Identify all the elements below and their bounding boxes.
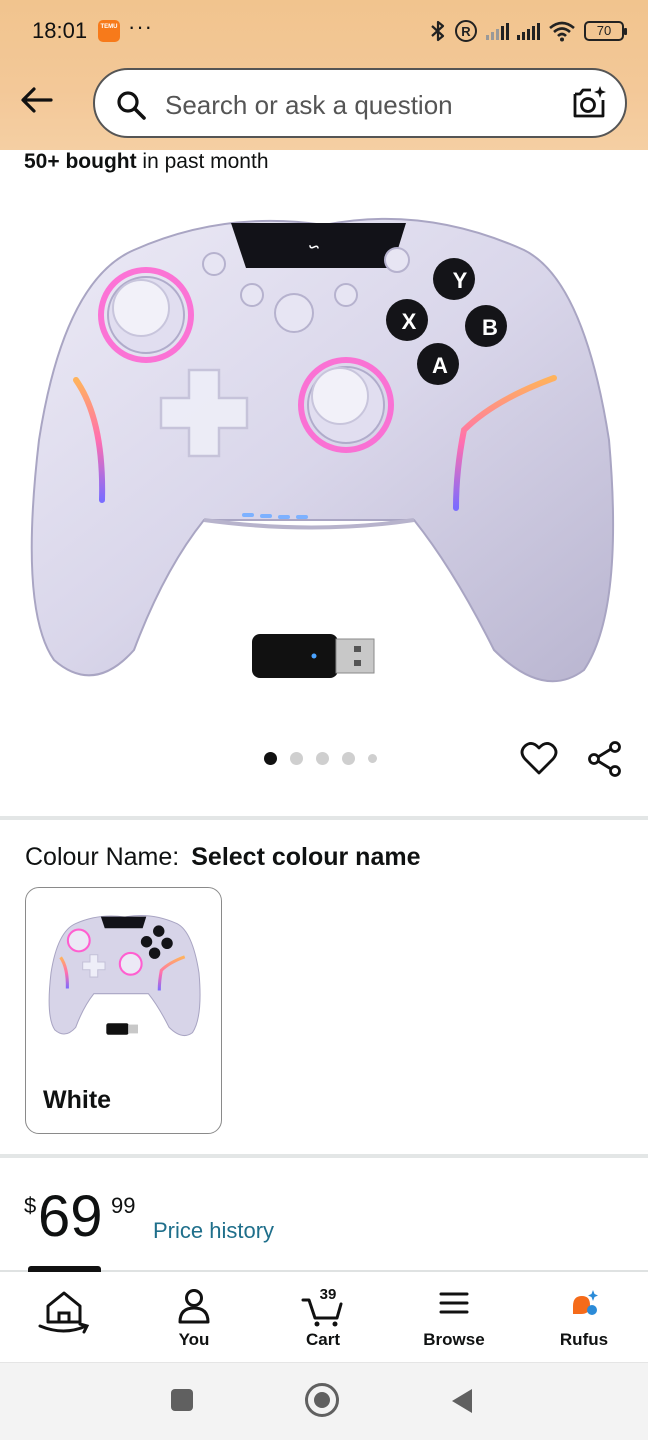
cart-icon — [301, 1298, 343, 1327]
nav-you[interactable]: You — [139, 1272, 249, 1362]
search-icon — [117, 91, 146, 120]
price-fraction: 99 — [111, 1193, 136, 1218]
colour-thumbnail-image — [48, 915, 201, 1037]
price-history-link[interactable]: Price history — [153, 1218, 274, 1244]
svg-text:R: R — [461, 24, 471, 39]
nav-browse-label: Browse — [423, 1330, 485, 1349]
svg-text:𐅼: 𐅼 — [308, 235, 320, 260]
system-back-button[interactable] — [450, 1387, 474, 1415]
section-divider — [0, 816, 648, 820]
header-bar: 18:01 TEMU ··· R 70 Search or ask a ques… — [0, 0, 648, 150]
bought-count-rest: in past month — [136, 150, 269, 173]
pager-dot-1[interactable] — [264, 752, 277, 765]
bought-count-bold: 50+ bought — [24, 150, 137, 173]
signal-icon-2 — [517, 22, 540, 40]
price-currency: $ — [24, 1193, 37, 1218]
bought-count: 50+ bought in past month — [24, 150, 269, 174]
menu-icon — [439, 1292, 469, 1314]
recent-apps-button[interactable] — [171, 1389, 193, 1411]
nav-home[interactable] — [9, 1272, 119, 1362]
status-overflow: ··· — [128, 14, 153, 39]
wifi-icon — [549, 21, 575, 42]
nav-cart[interactable]: 39 Cart — [268, 1272, 378, 1362]
product-image-controller[interactable]: 𐅼 Y X B A — [24, 190, 624, 710]
pager-dot-2[interactable] — [290, 752, 303, 765]
status-time: 18:01 — [32, 18, 88, 43]
bluetooth-icon — [431, 20, 445, 42]
colour-name-row: Colour Name: Select colour name — [25, 843, 420, 872]
colour-value: Select colour name — [191, 843, 421, 871]
status-bar: 18:01 TEMU ··· R 70 — [0, 0, 648, 62]
colour-label: Colour Name: — [25, 843, 180, 871]
rufus-icon — [573, 1290, 598, 1315]
nav-cart-label: Cart — [305, 1330, 340, 1349]
battery-indicator: 70 — [584, 21, 627, 41]
controller-b-label: B — [482, 315, 498, 340]
temu-app-icon: TEMU — [98, 20, 120, 42]
nav-rufus-label: Rufus — [559, 1330, 609, 1349]
pager-dot-3[interactable] — [316, 752, 329, 765]
heart-icon[interactable] — [520, 740, 558, 776]
bottom-nav: You 39 Cart Browse Rufus — [0, 1266, 648, 1362]
nav-you-label: You — [178, 1330, 210, 1349]
price-whole: 69 — [38, 1184, 103, 1249]
search-bar[interactable]: Search or ask a question — [93, 68, 627, 138]
signal-icon-1 — [486, 22, 509, 40]
pager-dot-5[interactable] — [368, 754, 377, 763]
nav-browse[interactable]: Browse — [399, 1272, 509, 1362]
controller-y-label: Y — [453, 268, 468, 293]
status-icons: R 70 — [430, 16, 627, 46]
user-icon — [178, 1289, 210, 1324]
controller-a-label: A — [432, 353, 448, 378]
search-input[interactable]: Search or ask a question — [165, 90, 453, 121]
home-icon — [38, 1291, 90, 1334]
section-divider — [0, 1154, 648, 1158]
image-pager[interactable] — [264, 752, 377, 765]
colour-option-label: White — [43, 1086, 112, 1114]
system-home-button[interactable] — [305, 1383, 339, 1417]
back-arrow-icon[interactable] — [18, 82, 54, 118]
camera-search-icon[interactable] — [571, 84, 609, 122]
system-nav-bar — [0, 1362, 648, 1440]
pager-dot-4[interactable] — [342, 752, 355, 765]
registered-icon: R — [455, 20, 477, 42]
share-icon[interactable] — [586, 740, 624, 778]
colour-option-white[interactable]: White — [25, 887, 222, 1134]
nav-rufus[interactable]: Rufus — [529, 1272, 639, 1362]
controller-x-label: X — [402, 309, 417, 334]
